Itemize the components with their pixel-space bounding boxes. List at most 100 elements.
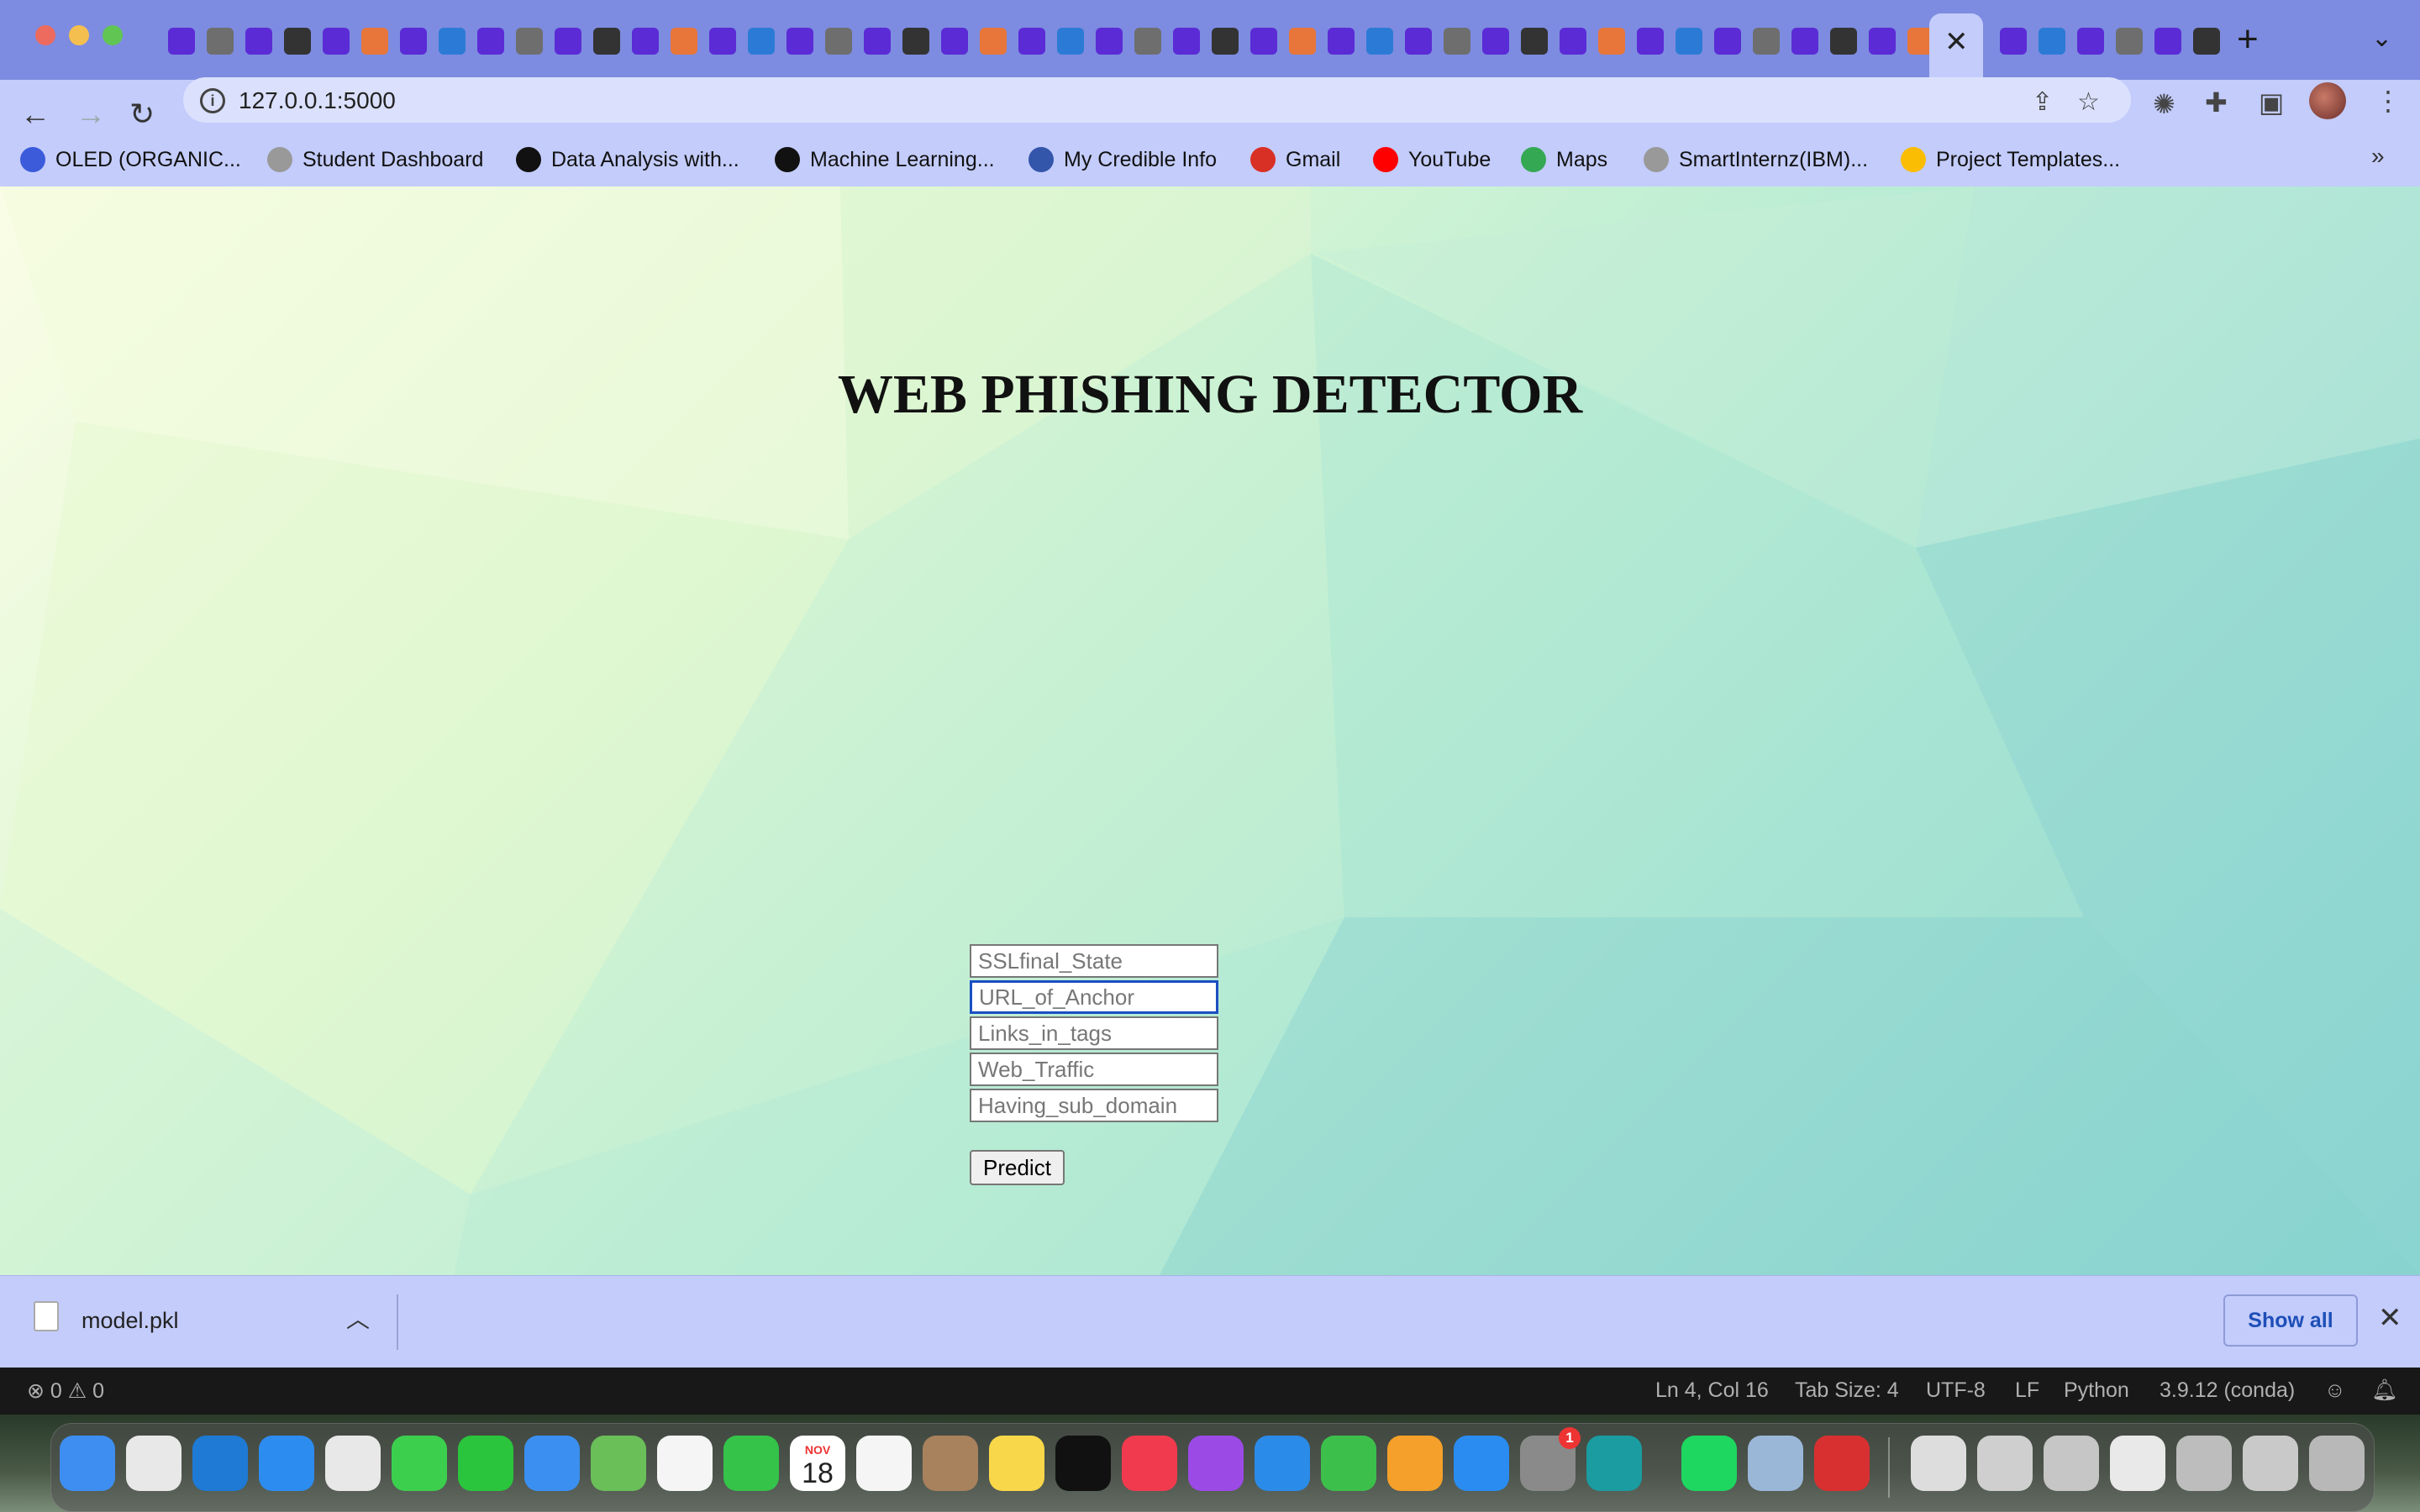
notes-icon[interactable] (989, 1436, 1044, 1491)
minimized-window-5-icon[interactable] (2176, 1436, 2232, 1491)
minimized-window-2-icon[interactable] (1977, 1436, 2033, 1491)
tab-favicon-icon[interactable] (1405, 28, 1432, 55)
tab-favicon-icon[interactable] (1096, 28, 1123, 55)
system-settings-icon[interactable]: 1 (1520, 1427, 1581, 1491)
tab-favicon-icon[interactable] (1869, 28, 1896, 55)
tab-active[interactable]: ✕ (1929, 13, 1983, 80)
tab-favicon-icon[interactable] (439, 28, 466, 55)
tab-favicon-icon[interactable] (2077, 28, 2104, 55)
close-window-button[interactable] (35, 25, 55, 45)
tab-favicon-icon[interactable] (1560, 28, 1586, 55)
tab-favicon-icon[interactable] (2000, 28, 2027, 55)
python-interpreter[interactable]: 3.9.12 (conda) (2160, 1378, 2295, 1403)
browser-menu-icon[interactable]: ⋮ (2375, 85, 2402, 117)
having-sub-domain-input[interactable] (970, 1089, 1218, 1122)
predict-button[interactable]: Predict (970, 1150, 1065, 1185)
close-tab-icon[interactable]: ✕ (1944, 25, 1969, 59)
keynote-icon[interactable] (1255, 1436, 1310, 1491)
more-bookmarks-chevron-icon[interactable]: » (2371, 143, 2385, 170)
zoom-window-button[interactable] (103, 25, 123, 45)
close-shelf-icon[interactable]: ✕ (2378, 1301, 2402, 1335)
cursor-position[interactable]: Ln 4, Col 16 (1655, 1378, 1769, 1403)
back-arrow-icon[interactable]: ← (20, 97, 50, 132)
tab-favicon-icon[interactable] (361, 28, 388, 55)
bookmark-item[interactable]: OLED (ORGANIC... (20, 141, 241, 178)
extensions-puzzle-icon[interactable]: ✚ (2205, 87, 2228, 118)
bookmark-item[interactable]: Machine Learning... (775, 141, 995, 178)
calendar-icon[interactable]: NOV 18 (790, 1436, 845, 1491)
reload-icon[interactable]: ↻ (129, 97, 155, 132)
tab-favicon-icon[interactable] (477, 28, 504, 55)
show-all-downloads-button[interactable]: Show all (2223, 1294, 2358, 1347)
bookmark-item[interactable]: Maps (1521, 141, 1607, 178)
finder-icon[interactable] (60, 1436, 115, 1491)
feedback-icon[interactable]: ☺ (2324, 1378, 2346, 1403)
minimized-window-1-icon[interactable] (1911, 1436, 1966, 1491)
forward-arrow-icon[interactable]: → (76, 97, 106, 132)
tab-favicon-icon[interactable] (1212, 28, 1239, 55)
share-icon[interactable]: ⇪ (2032, 87, 2053, 117)
tab-favicon-icon[interactable] (671, 28, 697, 55)
preview-icon[interactable] (1748, 1436, 1803, 1491)
tab-favicon-icon[interactable] (709, 28, 736, 55)
links-in-tags-input[interactable] (970, 1016, 1218, 1050)
tab-favicon-icon[interactable] (2116, 28, 2143, 55)
file-encoding[interactable]: UTF-8 (1926, 1378, 1986, 1403)
spotify-icon[interactable] (1681, 1436, 1737, 1491)
vscode-icon[interactable] (192, 1436, 248, 1491)
address-bar[interactable]: i 127.0.0.1:5000 ⇪ ☆ (183, 77, 2131, 123)
language-mode[interactable]: Python (2064, 1378, 2129, 1403)
tab-size[interactable]: Tab Size: 4 (1795, 1378, 1899, 1403)
tab-favicon-icon[interactable] (400, 28, 427, 55)
arduino-icon[interactable] (1586, 1436, 1642, 1491)
tab-favicon-icon[interactable] (1289, 28, 1316, 55)
whatsapp-icon[interactable] (458, 1436, 513, 1491)
bookmark-item[interactable]: My Credible Info (1028, 141, 1217, 178)
url-of-anchor-input[interactable] (970, 980, 1218, 1014)
launchpad-icon[interactable] (126, 1436, 182, 1491)
mail-icon[interactable] (524, 1436, 580, 1491)
tab-favicon-icon[interactable] (786, 28, 813, 55)
end-of-line[interactable]: LF (2015, 1378, 2039, 1403)
photo-booth-icon[interactable] (1814, 1436, 1870, 1491)
tab-favicon-icon[interactable] (516, 28, 543, 55)
tab-favicon-icon[interactable] (2154, 28, 2181, 55)
tab-favicon-icon[interactable] (2193, 28, 2220, 55)
errors-status[interactable]: ⊗ 0 ⚠ 0 (27, 1378, 104, 1404)
new-tab-button[interactable]: + (2237, 18, 2259, 60)
chrome-icon[interactable] (325, 1436, 381, 1491)
tab-favicon-icon[interactable] (284, 28, 311, 55)
tab-favicon-icon[interactable] (1482, 28, 1509, 55)
tab-favicon-icon[interactable] (1057, 28, 1084, 55)
tab-favicon-icon[interactable] (1598, 28, 1625, 55)
tab-favicon-icon[interactable] (1637, 28, 1664, 55)
download-file-name[interactable]: model.pkl (82, 1308, 179, 1334)
tab-favicon-icon[interactable] (1753, 28, 1780, 55)
tab-favicon-icon[interactable] (1521, 28, 1548, 55)
tab-favicon-icon[interactable] (1830, 28, 1857, 55)
safari-icon[interactable] (259, 1436, 314, 1491)
minimized-window-6-icon[interactable] (2243, 1436, 2298, 1491)
apple-tv-icon[interactable] (1055, 1436, 1111, 1491)
web-traffic-input[interactable] (970, 1053, 1218, 1086)
maps-icon[interactable] (591, 1436, 646, 1491)
contacts-icon[interactable] (923, 1436, 978, 1491)
bookmark-item[interactable]: YouTube (1373, 141, 1491, 178)
music-icon[interactable] (1122, 1436, 1177, 1491)
tab-favicon-icon[interactable] (168, 28, 195, 55)
tab-favicon-icon[interactable] (1714, 28, 1741, 55)
minimize-window-button[interactable] (69, 25, 89, 45)
tab-search-chevron-icon[interactable]: ⌄ (2371, 24, 2392, 53)
address-bar-url[interactable]: 127.0.0.1:5000 (239, 87, 396, 114)
tab-favicon-icon[interactable] (323, 28, 350, 55)
tab-favicon-icon[interactable] (2039, 28, 2065, 55)
tab-favicon-icon[interactable] (825, 28, 852, 55)
tab-favicon-icon[interactable] (593, 28, 620, 55)
numbers-icon[interactable] (1321, 1436, 1376, 1491)
tab-favicon-icon[interactable] (1791, 28, 1818, 55)
reminders-icon[interactable] (856, 1436, 912, 1491)
tab-favicon-icon[interactable] (632, 28, 659, 55)
tab-favicon-icon[interactable] (1444, 28, 1470, 55)
tab-favicon-icon[interactable] (941, 28, 968, 55)
tab-favicon-icon[interactable] (902, 28, 929, 55)
